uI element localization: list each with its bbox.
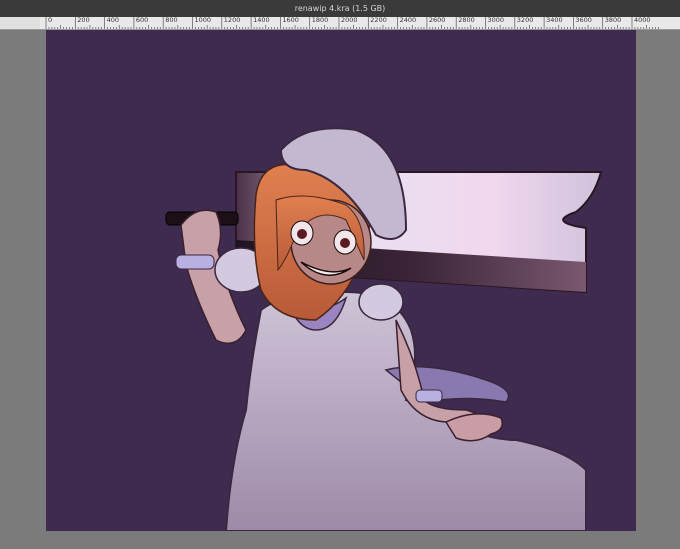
horizontal-ruler[interactable]: 0 200 400 600 800 1000 1200 1400 1600 1800 2000 220… — [40, 17, 680, 30]
ruler-label: 600 — [135, 17, 149, 24]
ruler-label: 3800 — [604, 17, 622, 24]
ruler-label: 400 — [106, 17, 120, 24]
ruler-corner — [0, 17, 40, 30]
ruler-label: 2600 — [428, 17, 446, 24]
ruler-label: 2200 — [370, 17, 387, 24]
ruler-label: 3000 — [487, 17, 505, 24]
window-title: renawip 4.kra (1.5 GB) — [294, 4, 386, 13]
ruler-label: 0 — [48, 17, 53, 24]
ruler-label: 1200 — [223, 17, 241, 24]
ruler-label: 3400 — [546, 17, 563, 24]
ruler-label: 1000 — [194, 17, 212, 24]
ruler-label: 1400 — [253, 17, 270, 24]
window-title-bar[interactable]: renawip 4.kra (1.5 GB) — [0, 0, 680, 17]
ruler-label: 4000 — [634, 17, 651, 24]
ruler-label: 800 — [165, 17, 178, 24]
artwork — [165, 127, 603, 531]
image-canvas[interactable] — [46, 30, 636, 531]
ruler-label: 1600 — [282, 17, 299, 24]
ruler-label: 3200 — [516, 17, 534, 24]
ruler-label: 1800 — [311, 17, 329, 24]
ruler-label: 2800 — [458, 17, 475, 24]
ruler-label: 3600 — [575, 17, 592, 24]
ruler-label: 200 — [77, 17, 90, 24]
ruler-label: 2400 — [399, 17, 417, 24]
ruler-label: 2000 — [341, 17, 358, 24]
